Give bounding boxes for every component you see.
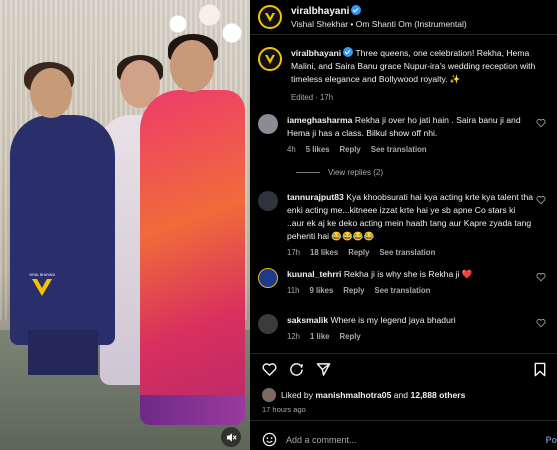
liked-by-user[interactable]: manishmalhotra05 bbox=[315, 390, 391, 400]
heart-icon[interactable] bbox=[536, 195, 546, 205]
heart-icon[interactable] bbox=[536, 118, 546, 128]
comment-text: Where is my legend jaya bhaduri bbox=[330, 315, 456, 325]
comment-input-divider bbox=[250, 420, 557, 421]
comment-likes[interactable]: 5 likes bbox=[306, 143, 330, 156]
svg-text:VIRAL BHAYANI: VIRAL BHAYANI bbox=[29, 273, 55, 277]
comment-time: 4h bbox=[287, 145, 296, 154]
comment-likes[interactable]: 9 likes bbox=[309, 284, 333, 297]
comment-likes[interactable]: 18 likes bbox=[310, 246, 338, 259]
see-translation-link[interactable]: See translation bbox=[375, 284, 431, 297]
share-icon[interactable] bbox=[316, 362, 331, 377]
view-replies-label: View replies (2) bbox=[328, 168, 383, 177]
watermark-logo: VIRAL BHAYANI bbox=[27, 270, 57, 300]
heart-icon[interactable] bbox=[536, 272, 546, 282]
caption-avatar[interactable] bbox=[258, 47, 282, 71]
comment-time: 17h bbox=[287, 248, 301, 257]
heart-icon[interactable] bbox=[262, 362, 277, 377]
liked-by-prefix: Liked by bbox=[281, 390, 316, 400]
reply-button[interactable]: Reply bbox=[348, 246, 369, 259]
action-bar bbox=[262, 360, 547, 378]
person-left-head bbox=[30, 68, 72, 118]
post-details-panel: viralbhayani Vishal Shekhar • Om Shanti … bbox=[250, 0, 557, 450]
comment-username[interactable]: saksmalik bbox=[287, 315, 328, 325]
reply-button[interactable]: Reply bbox=[340, 330, 361, 343]
caption: viralbhayani Three queens, one celebrati… bbox=[258, 47, 550, 104]
add-comment-row: Add a comment... Po bbox=[262, 432, 557, 447]
comment-username[interactable]: iameghasharma bbox=[287, 115, 352, 125]
heart-icon[interactable] bbox=[536, 318, 546, 328]
mute-button[interactable] bbox=[221, 427, 241, 447]
replies-line bbox=[296, 172, 320, 173]
commenter-avatar[interactable] bbox=[258, 114, 278, 134]
reply-button[interactable]: Reply bbox=[343, 284, 364, 297]
comment-likes[interactable]: 1 like bbox=[310, 330, 330, 343]
commenter-avatar[interactable] bbox=[258, 191, 278, 211]
comment-username[interactable]: kuunal_tehrri bbox=[287, 269, 341, 279]
post-comment-button[interactable]: Po bbox=[545, 435, 557, 445]
smiley-icon[interactable] bbox=[262, 432, 277, 447]
see-translation-link[interactable]: See translation bbox=[379, 246, 435, 259]
person-right-saree bbox=[140, 90, 245, 420]
reply-button[interactable]: Reply bbox=[340, 143, 361, 156]
author-avatar[interactable] bbox=[258, 5, 282, 29]
header-divider bbox=[250, 34, 557, 35]
liker-avatar[interactable] bbox=[262, 388, 276, 402]
comment-icon[interactable] bbox=[289, 362, 304, 377]
commenter-avatar[interactable] bbox=[258, 314, 278, 334]
comment-text: Rekha ji is why she is Rekha ji ❤️ bbox=[343, 269, 473, 279]
comment-time: 12h bbox=[287, 332, 301, 341]
verified-badge-icon bbox=[343, 47, 354, 57]
person-left-outfit bbox=[10, 115, 115, 345]
post-media[interactable]: VIRAL BHAYANI bbox=[0, 0, 250, 450]
caption-meta: Edited · 17h bbox=[291, 93, 334, 102]
comment-input[interactable]: Add a comment... bbox=[286, 435, 357, 445]
comment-time: 11h bbox=[287, 286, 300, 295]
brand-v-icon bbox=[265, 13, 275, 22]
view-replies-link[interactable]: View replies (2) bbox=[296, 168, 383, 177]
brand-v-icon bbox=[265, 55, 275, 64]
see-translation-link[interactable]: See translation bbox=[371, 143, 427, 156]
liked-by-count[interactable]: 12,888 others bbox=[410, 390, 465, 400]
audio-track[interactable]: Vishal Shekhar • Om Shanti Om (Instrumen… bbox=[291, 19, 467, 29]
caption-username[interactable]: viralbhayani bbox=[291, 48, 341, 58]
likes-summary: Liked by manishmalhotra05 and 12,888 oth… bbox=[262, 388, 465, 402]
verified-badge-icon bbox=[351, 5, 362, 15]
comment-item: iameghasharma Rekha ji over ho jati hain… bbox=[258, 114, 550, 156]
comment-username[interactable]: tannurajput83 bbox=[287, 192, 344, 202]
comment-item: tannurajput83 Kya khoobsurati hai kya ac… bbox=[258, 191, 550, 259]
person-right-head bbox=[170, 40, 214, 92]
liked-by-and: and bbox=[391, 390, 411, 400]
commenter-avatar[interactable] bbox=[258, 268, 278, 288]
actions-divider bbox=[250, 353, 557, 354]
comment-item: kuunal_tehrri Rekha ji is why she is Rek… bbox=[258, 268, 550, 297]
comment-item: saksmalik Where is my legend jaya bhadur… bbox=[258, 314, 550, 343]
bookmark-icon[interactable] bbox=[533, 362, 547, 377]
person-right-saree-border bbox=[140, 395, 245, 425]
person-left-legs bbox=[28, 330, 98, 375]
speaker-muted-icon bbox=[226, 432, 237, 442]
post-timestamp[interactable]: 17 hours ago bbox=[262, 405, 306, 414]
author-username[interactable]: viralbhayani bbox=[291, 6, 349, 17]
post-header: viralbhayani Vishal Shekhar • Om Shanti … bbox=[258, 3, 467, 31]
